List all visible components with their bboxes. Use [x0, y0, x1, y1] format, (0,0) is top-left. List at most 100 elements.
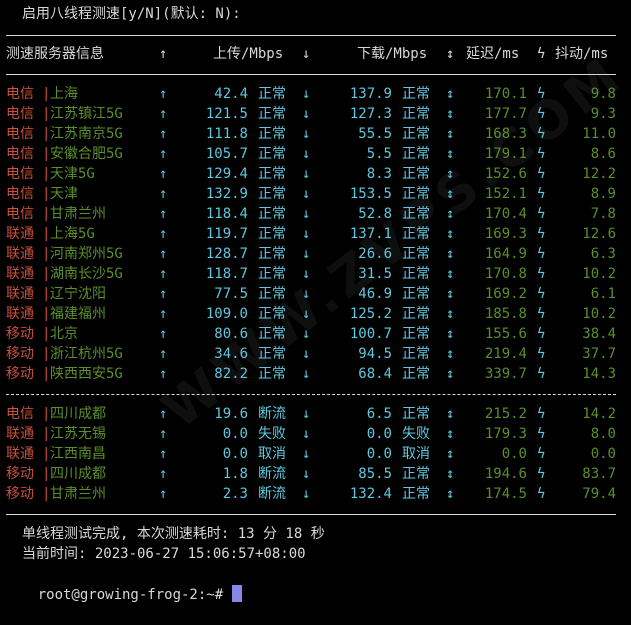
- download-value: 153.5: [349, 186, 392, 202]
- bolt-icon: ϟ: [537, 186, 546, 202]
- latency-value: 152.6: [484, 166, 527, 182]
- upload-value: 34.6: [214, 346, 248, 362]
- bolt-icon: ϟ: [537, 146, 546, 162]
- download-status: 正常: [402, 266, 430, 282]
- bolt-icon: ϟ: [537, 466, 546, 482]
- upload-status: 正常: [258, 226, 286, 242]
- group-divider: [6, 394, 616, 395]
- download-value: 6.5: [366, 406, 392, 422]
- city-label: 四川成都: [50, 466, 106, 482]
- shell-prompt-line[interactable]: root@growing-frog-2:~#: [4, 565, 242, 603]
- up-arrow-icon: ↑: [159, 486, 168, 502]
- updown-arrow-icon: ↕: [446, 426, 455, 442]
- city-label: 浙江杭州5G: [50, 346, 123, 362]
- download-status: 正常: [402, 246, 430, 262]
- table-row: 电信 | 天津5G ↑ 129.4 正常 ↓ 8.3 正常 ↕ 152.6 ϟ 12.2: [0, 164, 631, 184]
- download-value: 52.8: [358, 206, 392, 222]
- latency-value: 179.1: [484, 146, 527, 162]
- latency-value: 0.0: [501, 446, 527, 462]
- jitter-value: 0.0: [590, 446, 616, 462]
- updown-arrow-icon: ↕: [446, 406, 455, 422]
- jitter-value: 10.2: [582, 306, 616, 322]
- download-status: 正常: [402, 366, 430, 382]
- city-label: 福建福州: [50, 306, 106, 322]
- jitter-value: 8.6: [590, 146, 616, 162]
- city-label: 四川成都: [50, 406, 106, 422]
- city-label: 陕西西安5G: [50, 366, 123, 382]
- updown-arrow-icon: ↕: [446, 166, 455, 182]
- up-arrow-icon: ↑: [159, 86, 168, 102]
- bolt-icon: ϟ: [537, 226, 546, 242]
- up-arrow-icon: ↑: [159, 246, 168, 262]
- upload-status: 取消: [258, 446, 286, 462]
- jitter-value: 83.7: [582, 466, 616, 482]
- upload-value: 80.6: [214, 326, 248, 342]
- bolt-icon: ϟ: [537, 446, 546, 462]
- download-status: 正常: [402, 226, 430, 242]
- down-arrow-icon: ↓: [302, 266, 311, 282]
- download-value: 0.0: [366, 426, 392, 442]
- upload-status: 失败: [258, 426, 286, 442]
- terminal-window[interactable]: WWW.ZVPS.COM 启用八线程测速[y/N](默认: N): 测速服务器信…: [0, 0, 631, 606]
- isp-label: 电信: [6, 186, 34, 202]
- bolt-icon: ϟ: [537, 426, 546, 442]
- city-label: 北京: [50, 326, 78, 342]
- isp-label: 联通: [6, 446, 34, 462]
- latency-value: 168.3: [484, 126, 527, 142]
- isp-label: 联通: [6, 306, 34, 322]
- latency-value: 339.7: [484, 366, 527, 382]
- latency-value: 170.1: [484, 86, 527, 102]
- bolt-icon: ϟ: [537, 246, 546, 262]
- isp-label: 移动: [6, 486, 34, 502]
- latency-value: 177.7: [484, 106, 527, 122]
- down-arrow-icon: ↓: [302, 206, 311, 222]
- download-value: 100.7: [349, 326, 392, 342]
- down-arrow-icon: ↓: [302, 166, 311, 182]
- updown-arrow-icon: ↕: [446, 126, 455, 142]
- up-arrow-icon: ↑: [159, 106, 168, 122]
- download-value: 68.4: [358, 366, 392, 382]
- up-arrow-icon: ↑: [159, 466, 168, 482]
- upload-value: 109.0: [205, 306, 248, 322]
- header-top-rule: [6, 35, 616, 36]
- download-status: 正常: [402, 306, 430, 322]
- download-status: 正常: [402, 286, 430, 302]
- isp-label: 电信: [6, 206, 34, 222]
- upload-value: 77.5: [214, 286, 248, 302]
- updown-arrow-icon: ↕: [446, 306, 455, 322]
- table-row: 电信 | 江苏镇江5G ↑ 121.5 正常 ↓ 127.3 正常 ↕ 177.7 ϟ 9.3: [0, 104, 631, 124]
- download-value: 94.5: [358, 346, 392, 362]
- down-arrow-icon: ↓: [302, 126, 311, 142]
- latency-value: 179.3: [484, 426, 527, 442]
- up-arrow-icon: ↑: [159, 426, 168, 442]
- upload-value: 132.9: [205, 186, 248, 202]
- latency-value: 152.1: [484, 186, 527, 202]
- upload-value: 1.8: [222, 466, 248, 482]
- up-arrow-icon: ↑: [159, 166, 168, 182]
- upload-status: 正常: [258, 366, 286, 382]
- jitter-value: 9.8: [590, 86, 616, 102]
- upload-status: 正常: [258, 186, 286, 202]
- text-cursor: [231, 585, 242, 602]
- table-row: 联通 | 辽宁沈阳 ↑ 77.5 正常 ↓ 46.9 正常 ↕ 169.2 ϟ 6.1: [0, 284, 631, 304]
- download-status: 正常: [402, 206, 430, 222]
- header-down-arrow-icon: ↓: [302, 46, 311, 62]
- down-arrow-icon: ↓: [302, 486, 311, 502]
- header-download: 下载/Mbps: [357, 46, 428, 62]
- down-arrow-icon: ↓: [302, 346, 311, 362]
- upload-value: 128.7: [205, 246, 248, 262]
- bolt-icon: ϟ: [537, 106, 546, 122]
- table-row: 联通 | 河南郑州5G ↑ 128.7 正常 ↓ 26.6 正常 ↕ 164.9 ϟ 6.3: [0, 244, 631, 264]
- upload-value: 129.4: [205, 166, 248, 182]
- upload-value: 42.4: [214, 86, 248, 102]
- download-value: 85.5: [358, 466, 392, 482]
- up-arrow-icon: ↑: [159, 126, 168, 142]
- table-row: 移动 | 浙江杭州5G ↑ 34.6 正常 ↓ 94.5 正常 ↕ 219.4 ϟ 37.7: [0, 344, 631, 364]
- header-upload: 上传/Mbps: [213, 46, 284, 62]
- isp-label: 电信: [6, 146, 34, 162]
- city-label: 河南郑州5G: [50, 246, 123, 262]
- table-row: 移动 | 陕西西安5G ↑ 82.2 正常 ↓ 68.4 正常 ↕ 339.7 ϟ 14.3: [0, 364, 631, 384]
- jitter-value: 38.4: [582, 326, 616, 342]
- jitter-value: 12.2: [582, 166, 616, 182]
- download-value: 31.5: [358, 266, 392, 282]
